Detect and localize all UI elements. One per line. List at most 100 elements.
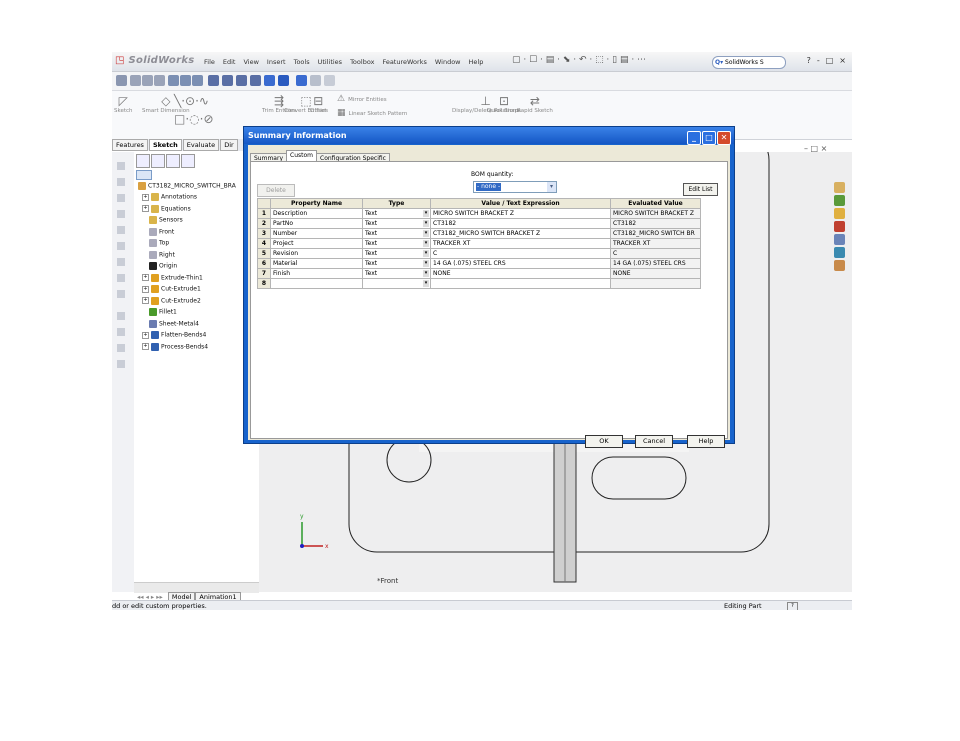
- search-results-icon[interactable]: [834, 221, 845, 232]
- ok-button[interactable]: OK: [585, 435, 623, 448]
- view-icon[interactable]: [192, 75, 203, 86]
- viewport-window-controls[interactable]: – □ ×: [804, 144, 827, 153]
- chevron-down-icon[interactable]: ▾: [423, 280, 429, 287]
- zoom-icon[interactable]: [142, 75, 153, 86]
- table-row[interactable]: 4 Project Text ▾ TRACKER XT TRACKER XT: [257, 238, 701, 249]
- expand-icon[interactable]: +: [142, 193, 149, 201]
- task-icon[interactable]: [117, 242, 125, 250]
- task-icon[interactable]: [117, 178, 125, 186]
- value-cell[interactable]: MICRO SWITCH BRACKET Z: [430, 208, 611, 219]
- task-icon[interactable]: [117, 226, 125, 234]
- task-icon[interactable]: [117, 210, 125, 218]
- type-cell[interactable]: Text ▾: [362, 248, 431, 259]
- table-row[interactable]: 7 Finish Text ▾ NONE NONE: [257, 268, 701, 279]
- type-cell[interactable]: Text ▾: [362, 268, 431, 279]
- task-icon[interactable]: [117, 290, 125, 298]
- tree-item[interactable]: + Equations: [142, 204, 191, 213]
- menu-item-view[interactable]: View: [243, 58, 258, 66]
- menu-item-tools[interactable]: Tools: [294, 58, 310, 66]
- chevron-down-icon[interactable]: ▾: [423, 240, 429, 247]
- bom-quantity-select[interactable]: - none - ▾: [473, 181, 557, 193]
- quick-access-icons[interactable]: ▢ · ☐ · ▤ · ⬊ · ↶ · ⬚ · ▯ ▤ · ⋯: [512, 55, 646, 65]
- tree-item[interactable]: Sensors: [142, 216, 183, 224]
- task-icon[interactable]: [117, 328, 125, 336]
- tab-sketch[interactable]: Sketch: [148, 139, 182, 151]
- task-icon[interactable]: [117, 258, 125, 266]
- ribbon-button[interactable]: □·◌·⊘: [174, 113, 214, 126]
- task-icon[interactable]: [117, 360, 125, 368]
- table-row[interactable]: 3 Number Text ▾ CT3182_MICRO SWITCH BRACKET …: [257, 228, 701, 239]
- dim-xpert-icon[interactable]: [181, 154, 195, 168]
- header-value[interactable]: Value / Text Expression: [430, 198, 611, 209]
- task-icon[interactable]: [117, 194, 125, 202]
- design-library-icon[interactable]: [834, 195, 845, 206]
- header-property-name[interactable]: Property Name: [270, 198, 363, 209]
- type-cell[interactable]: Text ▾: [362, 238, 431, 249]
- section-view-icon[interactable]: [296, 75, 307, 86]
- task-icon[interactable]: [117, 312, 125, 320]
- expand-icon[interactable]: [142, 264, 147, 269]
- expand-icon[interactable]: [142, 310, 147, 315]
- table-row[interactable]: 1 Description Text ▾ MICRO SWITCH BRACKET Z M…: [257, 208, 701, 219]
- menu-item-featureworks[interactable]: FeatureWorks: [382, 58, 426, 66]
- type-cell[interactable]: Text ▾: [362, 208, 431, 219]
- view-palette-icon[interactable]: [834, 234, 845, 245]
- cancel-button[interactable]: Cancel: [635, 435, 673, 448]
- rotate-icon[interactable]: [168, 75, 179, 86]
- tree-item[interactable]: Top: [142, 239, 169, 247]
- tree-root[interactable]: CT3182_MICRO_SWITCH_BRA: [138, 182, 236, 190]
- display-style-icon[interactable]: [264, 75, 275, 86]
- value-cell[interactable]: [430, 278, 611, 289]
- view-icon[interactable]: [310, 75, 321, 86]
- property-name-cell[interactable]: Material: [270, 258, 363, 269]
- chevron-down-icon[interactable]: ▾: [423, 230, 429, 237]
- value-cell[interactable]: NONE: [430, 268, 611, 279]
- value-cell[interactable]: C: [430, 248, 611, 259]
- file-explorer-icon[interactable]: [834, 208, 845, 219]
- expand-icon[interactable]: [142, 241, 147, 246]
- property-name-cell[interactable]: PartNo: [270, 218, 363, 229]
- tab-evaluate[interactable]: Evaluate: [182, 139, 220, 151]
- ribbon-button[interactable]: ⊡ Quick Snaps: [487, 95, 521, 115]
- display-style-icon[interactable]: [250, 75, 261, 86]
- display-style-icon[interactable]: [278, 75, 289, 86]
- menu-item-help[interactable]: Help: [469, 58, 484, 66]
- ribbon-button[interactable]: ◸ Sketch: [114, 95, 133, 115]
- window-controls[interactable]: ? - □ ×: [801, 56, 846, 65]
- expand-icon[interactable]: [142, 252, 147, 257]
- display-style-icon[interactable]: [208, 75, 219, 86]
- tree-item[interactable]: + Extrude-Thin1: [142, 273, 203, 282]
- expand-icon[interactable]: +: [142, 331, 149, 339]
- table-row[interactable]: 8 ▾: [257, 278, 701, 289]
- expand-icon[interactable]: +: [142, 285, 149, 293]
- delete-button[interactable]: Delete: [257, 184, 295, 197]
- value-cell[interactable]: CT3182_MICRO SWITCH BRACKET Z: [430, 228, 611, 239]
- header-type[interactable]: Type: [362, 198, 431, 209]
- maximize-icon[interactable]: □: [702, 131, 716, 145]
- expand-icon[interactable]: +: [142, 274, 149, 281]
- table-row[interactable]: 2 PartNo Text ▾ CT3182 CT3182: [257, 218, 701, 229]
- config-manager-icon[interactable]: [166, 154, 180, 168]
- table-row[interactable]: 6 Material Text ▾ 14 GA (.075) STEEL CRS 14 G…: [257, 258, 701, 269]
- expand-icon[interactable]: [142, 321, 147, 326]
- menu-item-edit[interactable]: Edit: [223, 58, 236, 66]
- chevron-down-icon[interactable]: ▾: [547, 182, 556, 192]
- property-name-cell[interactable]: Project: [270, 238, 363, 249]
- edit-list-button[interactable]: Edit List: [683, 183, 718, 196]
- table-row[interactable]: 5 Revision Text ▾ C C: [257, 248, 701, 259]
- property-name-cell[interactable]: Description: [270, 208, 363, 219]
- task-icon[interactable]: [117, 162, 125, 170]
- property-name-cell[interactable]: Finish: [270, 268, 363, 279]
- expand-icon[interactable]: [142, 218, 147, 223]
- custom-properties-icon[interactable]: [834, 260, 845, 271]
- property-manager-icon[interactable]: [151, 154, 165, 168]
- type-cell[interactable]: ▾: [362, 278, 431, 289]
- resources-icon[interactable]: [834, 182, 845, 193]
- menu-item-window[interactable]: Window: [435, 58, 461, 66]
- tab-features[interactable]: Features: [112, 139, 148, 151]
- property-name-cell[interactable]: Revision: [270, 248, 363, 259]
- zoom-icon[interactable]: [154, 75, 165, 86]
- tree-item[interactable]: Front: [142, 227, 174, 236]
- value-cell[interactable]: CT3182: [430, 218, 611, 229]
- tree-item[interactable]: Origin: [142, 262, 177, 270]
